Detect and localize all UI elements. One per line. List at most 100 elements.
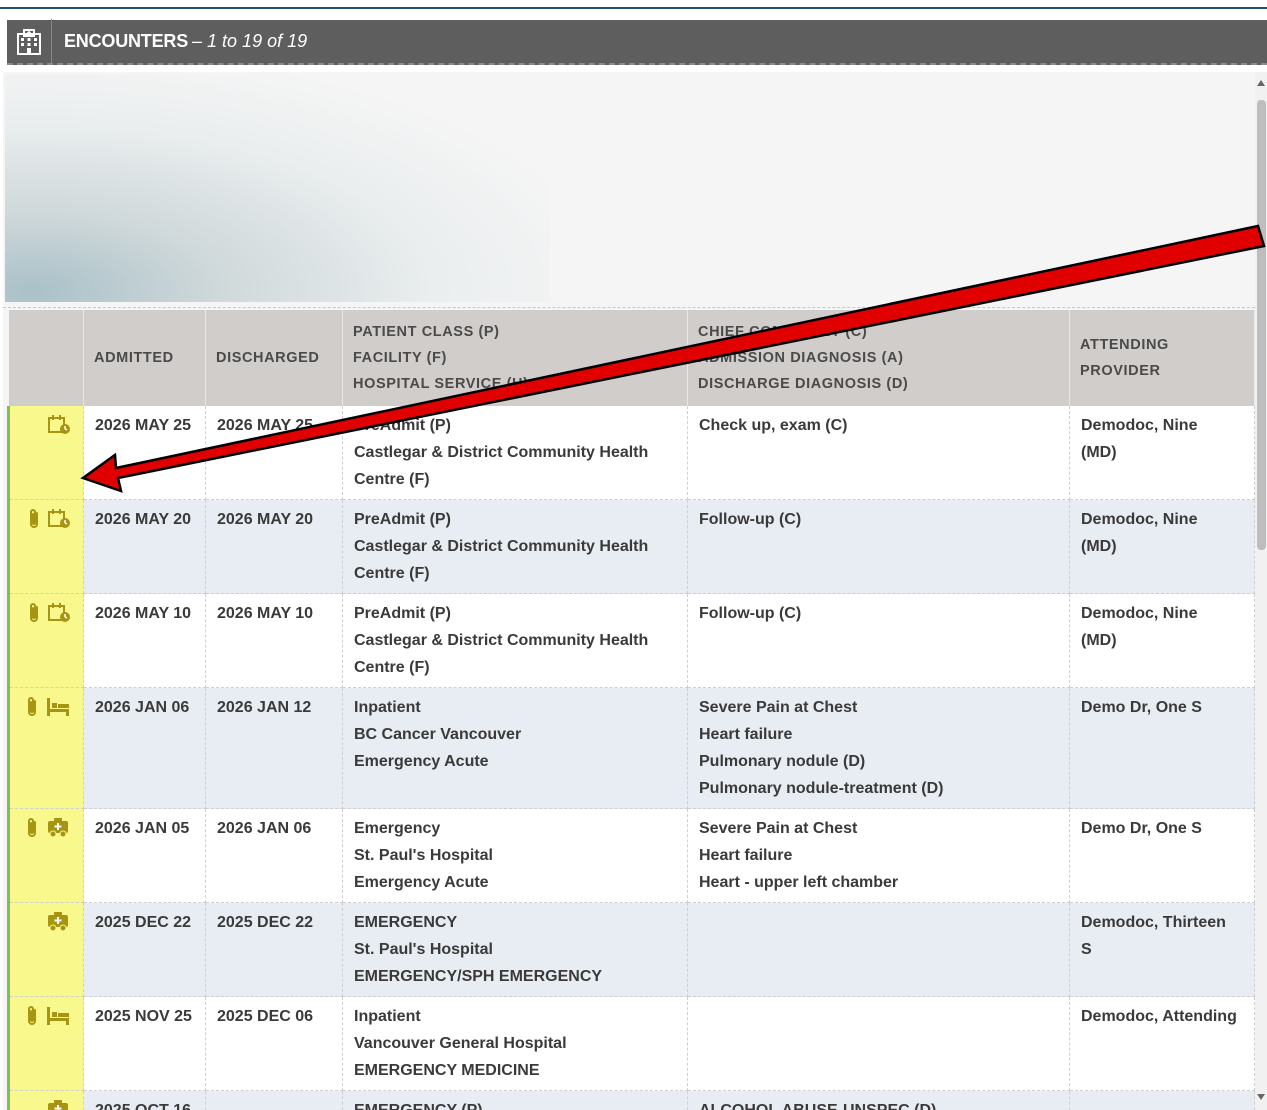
vertical-scrollbar[interactable] (1255, 72, 1267, 1110)
cell-line: Demo Dr, One S (1081, 699, 1202, 716)
row-icons-cell (7, 996, 84, 1091)
patient-class-cell: Emergency St. Paul's Hospital Emergency Ac… (342, 808, 688, 903)
row-icons-cell (7, 687, 84, 809)
encounters-table: ADMITTED DISCHARGED PATIENT CLASS (P) FA… (7, 310, 1255, 1110)
paperclip-icon[interactable] (27, 508, 41, 539)
row-icons-cell (7, 902, 84, 997)
cell-line: Severe Pain at Chest (699, 699, 858, 716)
table-row[interactable]: 2025 NOV 25 2025 DEC 06 Inpatient Vancouver… (7, 996, 1255, 1091)
patient-class-cell: PreAdmit (P) Castlegar & District Communi… (342, 499, 688, 594)
admitted-date-cell: 2026 MAY 25 (83, 406, 206, 500)
cell-line: Follow-up (C) (699, 511, 802, 528)
cell-line: Pulmonary nodule (D) (699, 753, 866, 770)
calendar-clock-icon[interactable] (47, 602, 71, 633)
scroll-thumb[interactable] (1257, 100, 1266, 550)
cell-line: Demodoc, Nine (1081, 511, 1198, 528)
attending-provider-cell (1069, 1090, 1255, 1110)
cell-line: EMERGENCY (354, 914, 458, 931)
attending-provider-cell: Demodoc, Nine (MD) (1069, 499, 1255, 594)
calendar-clock-icon[interactable] (47, 508, 71, 539)
cell-line: Demodoc, Thirteen (1081, 914, 1226, 931)
table-row[interactable]: 2025 OCT 16 EMERGENCY (P) ALCOHOL ABUSE-UN… (7, 1090, 1255, 1110)
header-line: FACILITY (F) (353, 350, 447, 366)
table-header-row: ADMITTED DISCHARGED PATIENT CLASS (P) FA… (8, 310, 1255, 406)
cell-line: EMERGENCY (P) (354, 1097, 677, 1110)
admitted-date-cell: 2025 NOV 25 (83, 996, 206, 1091)
cell-line: S (1081, 941, 1092, 958)
discharged-date-cell: 2026 MAY 25 (205, 406, 343, 500)
table-row[interactable]: 2025 DEC 22 2025 DEC 22 EMERGENCY St. Paul'… (7, 902, 1255, 997)
cell-line: Heart failure (699, 847, 793, 864)
ambulance-icon[interactable] (45, 911, 71, 942)
attending-provider-cell: Demodoc, Nine (MD) (1069, 406, 1255, 500)
table-row[interactable]: 2026 MAY 10 2026 MAY 10 PreAdmit (P) Castle… (7, 593, 1255, 688)
discharged-date-cell (205, 1090, 343, 1110)
cell-line: Castlegar & District Community Health (354, 538, 649, 555)
cell-line: St. Paul's Hospital (354, 941, 493, 958)
cell-line: BC Cancer Vancouver (354, 726, 522, 743)
admitted-date-cell: 2026 MAY 20 (83, 499, 206, 594)
cell-line: St. Paul's Hospital (354, 847, 493, 864)
chief-complaint-cell: Severe Pain at Chest Heart failure Pulmona… (687, 687, 1070, 809)
table-row[interactable]: 2026 MAY 20 2026 MAY 20 PreAdmit (P) Castle… (7, 499, 1255, 594)
cell-line: Castlegar & District Community Health (354, 444, 649, 461)
cell-line: Emergency Acute (354, 753, 489, 770)
cell-line: Vancouver General Hospital (354, 1035, 567, 1052)
cell-line: Demodoc, Attending (1081, 1008, 1237, 1025)
header-line: PATIENT CLASS (P) (353, 324, 500, 340)
row-icons-cell (7, 406, 84, 500)
patient-class-cell: PreAdmit (P) Castlegar & District Communi… (342, 406, 688, 500)
discharged-date-cell: 2026 JAN 06 (205, 808, 343, 903)
table-row[interactable]: 2026 JAN 05 2026 JAN 06 Emergency St. Paul'… (7, 808, 1255, 903)
discharged-column-header[interactable]: DISCHARGED (205, 310, 343, 406)
cell-line: Demodoc, Nine (1081, 417, 1198, 434)
table-row[interactable]: 2026 MAY 25 2026 MAY 25 PreAdmit (P) Castle… (7, 406, 1255, 500)
chief-complaint-cell (687, 996, 1070, 1091)
cell-line: Heart failure (699, 726, 793, 743)
patient-class-cell: PreAdmit (P) Castlegar & District Communi… (342, 593, 688, 688)
record-count: – 1 to 19 of 19 (192, 31, 308, 51)
ambulance-icon[interactable] (45, 817, 71, 848)
row-icons-cell (7, 593, 84, 688)
calendar-clock-icon[interactable] (47, 414, 71, 445)
patient-class-cell: Inpatient Vancouver General Hospital EMERG… (342, 996, 688, 1091)
chief-complaint-cell: Follow-up (C) (687, 593, 1070, 688)
header-line: CHIEF COMPLAINT (C) (698, 324, 868, 340)
chief-complaint-column-header[interactable]: CHIEF COMPLAINT (C) ADMISSION DIAGNOSIS … (687, 310, 1070, 406)
attending-provider-column-header[interactable]: ATTENDING PROVIDER (1069, 310, 1255, 406)
cell-line: Emergency Acute (354, 874, 489, 891)
admitted-date-cell: 2026 JAN 05 (83, 808, 206, 903)
admitted-column-header[interactable]: ADMITTED (83, 310, 206, 406)
cell-line: (MD) (1081, 632, 1117, 649)
cell-line: Castlegar & District Community Health (354, 632, 649, 649)
icon-column-header (8, 310, 84, 406)
discharged-date-cell: 2026 MAY 10 (205, 593, 343, 688)
scroll-down-arrow-icon[interactable] (1257, 1094, 1265, 1100)
table-row[interactable]: 2026 JAN 06 2026 JAN 12 Inpatient BC Cancer… (7, 687, 1255, 809)
bed-icon[interactable] (45, 696, 71, 727)
cell-line: ALCOHOL ABUSE-UNSPEC (D) (699, 1097, 1059, 1110)
scroll-up-arrow-icon[interactable] (1257, 80, 1265, 86)
cell-line: Check up, exam (C) (699, 417, 848, 434)
attending-provider-cell: Demo Dr, One S (1069, 687, 1255, 809)
paperclip-icon[interactable] (27, 602, 41, 633)
row-icons-cell (7, 808, 84, 903)
cell-line: Heart - upper left chamber (699, 874, 899, 891)
header-line: DISCHARGE DIAGNOSIS (D) (698, 376, 909, 392)
cell-line: Centre (F) (354, 659, 430, 676)
cell-line: PreAdmit (P) (354, 605, 451, 622)
patient-class-cell: EMERGENCY St. Paul's Hospital EMERGENCY/SP… (342, 902, 688, 997)
paperclip-icon[interactable] (25, 817, 39, 848)
top-border-line (0, 7, 1267, 9)
ambulance-icon[interactable] (45, 1099, 71, 1110)
patient-class-column-header[interactable]: PATIENT CLASS (P) FACILITY (F) HOSPITAL … (342, 310, 688, 406)
paperclip-icon[interactable] (25, 1005, 39, 1036)
chief-complaint-cell: ALCOHOL ABUSE-UNSPEC (D) (687, 1090, 1070, 1110)
bed-icon[interactable] (45, 1005, 71, 1036)
header-line: HOSPITAL SERVICE (H) (353, 376, 529, 392)
header-line: ADMISSION DIAGNOSIS (A) (698, 350, 904, 366)
admitted-date-cell: 2025 OCT 16 (83, 1090, 206, 1110)
paperclip-icon[interactable] (25, 696, 39, 727)
admitted-date-cell: 2026 MAY 10 (83, 593, 206, 688)
patient-class-cell: EMERGENCY (P) (342, 1090, 688, 1110)
